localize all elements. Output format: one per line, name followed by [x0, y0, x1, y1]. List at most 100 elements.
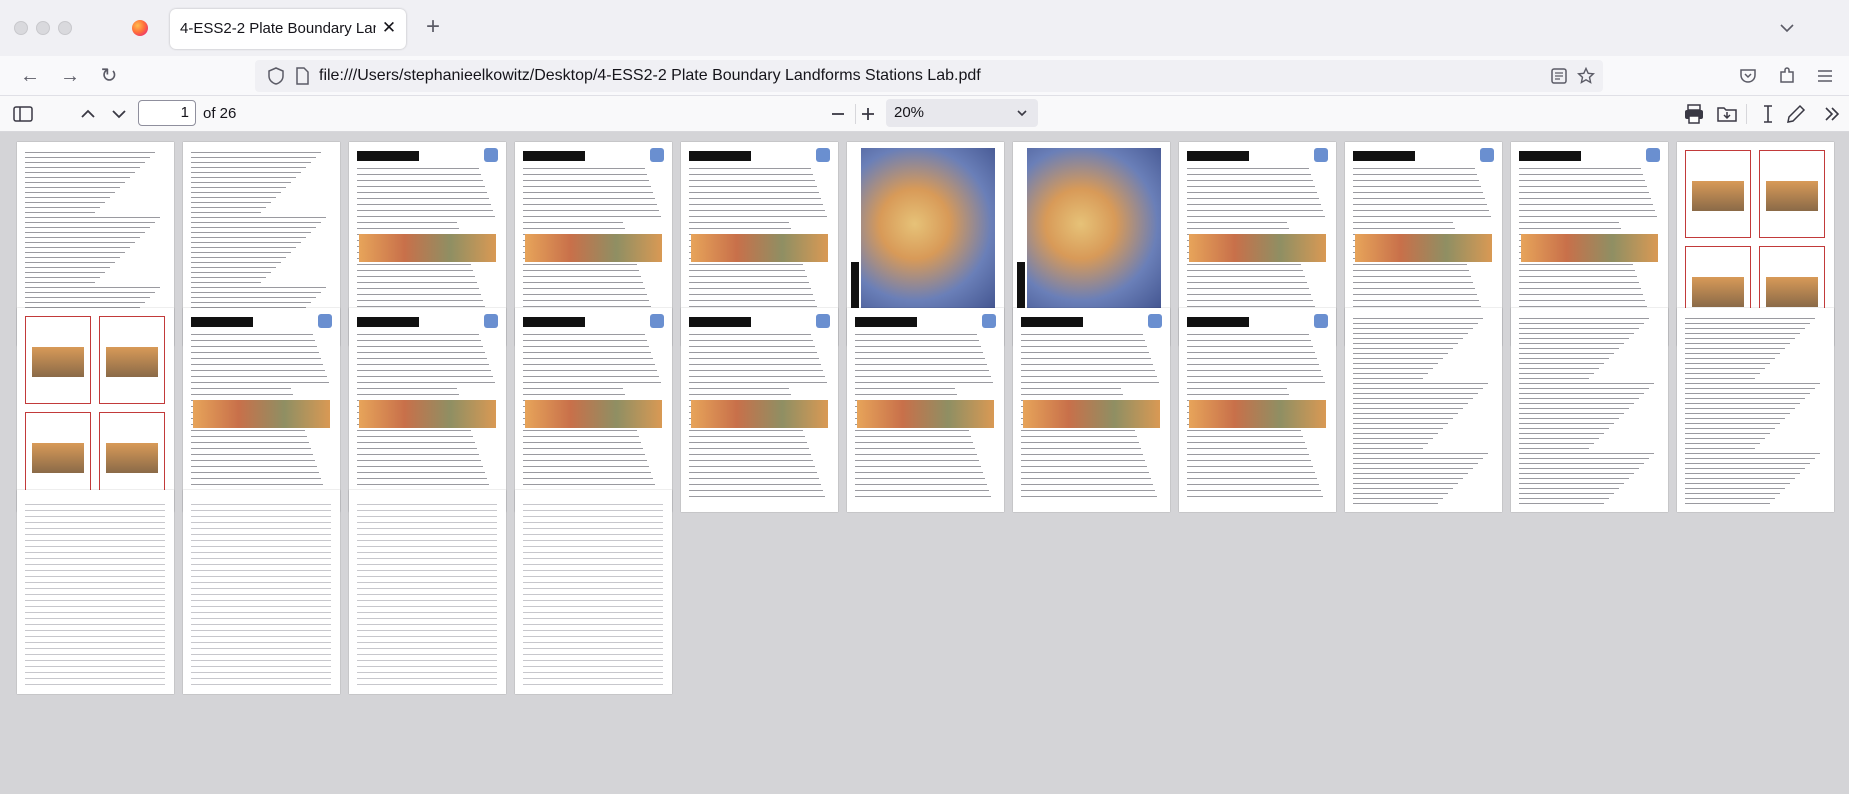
page-content-line	[191, 528, 331, 529]
pdf-page-thumbnail[interactable]	[17, 490, 174, 694]
previous-page-button[interactable]	[76, 102, 100, 126]
back-button[interactable]: ←	[18, 64, 42, 88]
page-content-line	[1187, 288, 1309, 289]
pdf-toolbar: 1 of 26 20%	[0, 96, 1849, 132]
page-content-line	[1187, 448, 1307, 449]
sidebar-toggle-icon[interactable]	[11, 102, 35, 126]
pdf-page-thumbnail[interactable]	[1179, 308, 1336, 512]
page-content-line	[25, 202, 105, 203]
text-cursor-icon[interactable]	[1756, 102, 1780, 126]
pdf-page-thumbnail[interactable]	[17, 308, 174, 512]
page-content-line	[689, 186, 817, 187]
zoom-window-button[interactable]	[58, 21, 72, 35]
tab-pdf[interactable]: 4-ESS2-2 Plate Boundary Landforms Statio…	[170, 9, 406, 49]
pdf-viewer[interactable]	[0, 132, 1849, 794]
pdf-page-thumbnail[interactable]	[183, 490, 340, 694]
page-content-line	[523, 180, 649, 181]
pocket-icon[interactable]	[1738, 66, 1758, 86]
pdf-page-thumbnail[interactable]	[847, 308, 1004, 512]
extensions-icon[interactable]	[1777, 66, 1797, 86]
page-content-line	[1519, 383, 1654, 384]
page-content-line	[357, 660, 497, 661]
pdf-page-thumbnail[interactable]	[1511, 308, 1668, 512]
pdf-page-thumbnail[interactable]	[349, 308, 506, 512]
zoom-out-button[interactable]	[826, 102, 850, 126]
page-content-line	[855, 436, 971, 437]
page-content-line	[357, 276, 475, 277]
page-content-line	[1353, 318, 1483, 319]
pdf-page-thumbnail[interactable]	[349, 490, 506, 694]
page-content-line	[689, 276, 807, 277]
page-content-line	[523, 264, 637, 265]
reload-button[interactable]: ↻	[97, 64, 121, 88]
pdf-page-thumbnail[interactable]	[1677, 308, 1834, 512]
page-content-line	[1353, 378, 1423, 379]
page-content-line	[523, 594, 663, 595]
pdf-page-thumbnail[interactable]	[681, 308, 838, 512]
page-content-line	[523, 376, 659, 377]
draw-icon[interactable]	[1784, 102, 1808, 126]
page-content-line	[191, 540, 331, 541]
page-content-line	[1353, 363, 1438, 364]
page-content-line	[191, 582, 331, 583]
pdf-page-thumbnail[interactable]	[1013, 308, 1170, 512]
bookmark-star-icon[interactable]	[1577, 67, 1595, 85]
page-content-line	[1685, 463, 1810, 464]
page-content-line	[25, 177, 130, 178]
page-content-line	[1519, 388, 1649, 389]
minimize-window-button[interactable]	[36, 21, 50, 35]
page-content-line	[357, 288, 479, 289]
url-bar[interactable]: file:///Users/stephanieelkowitz/Desktop/…	[255, 60, 1603, 92]
page-content-line	[191, 257, 286, 258]
page-content-line	[523, 192, 653, 193]
page-content-line	[1187, 192, 1317, 193]
page-content-line	[689, 340, 813, 341]
more-tools-icon[interactable]	[1820, 102, 1844, 126]
url-text[interactable]: file:///Users/stephanieelkowitz/Desktop/…	[319, 67, 981, 85]
page-content-line	[523, 558, 663, 559]
page-content-line	[1187, 376, 1323, 377]
page-content-line	[1685, 498, 1775, 499]
pdf-page-thumbnail[interactable]	[515, 490, 672, 694]
page-content-line	[1021, 436, 1137, 437]
download-icon[interactable]	[1715, 102, 1739, 126]
next-page-button[interactable]	[107, 102, 131, 126]
page-content-line	[191, 167, 306, 168]
page-content-line	[1353, 438, 1433, 439]
chevron-down-icon[interactable]	[1777, 18, 1797, 38]
station-header-bar	[855, 317, 917, 327]
page-content-line	[523, 588, 663, 589]
new-tab-button[interactable]: +	[421, 15, 445, 39]
station-icon	[816, 148, 830, 162]
page-content-line	[1685, 363, 1770, 364]
page-content-line	[191, 472, 319, 473]
print-icon[interactable]	[1682, 102, 1706, 126]
pdf-page-thumbnail[interactable]	[515, 308, 672, 512]
page-content-line	[191, 197, 276, 198]
page-content-line	[1519, 468, 1639, 469]
page-content-line	[25, 157, 150, 158]
page-content-line	[1021, 394, 1123, 395]
pdf-page-thumbnail[interactable]	[1345, 308, 1502, 512]
hamburger-menu-icon[interactable]	[1815, 66, 1835, 86]
page-content-line	[1187, 388, 1287, 389]
page-content-line	[357, 186, 485, 187]
page-content-line	[191, 252, 291, 253]
page-content-line	[1353, 204, 1487, 205]
page-content-line	[191, 430, 305, 431]
page-content-line	[689, 192, 819, 193]
page-content-line	[689, 364, 821, 365]
zoom-select[interactable]: 20%	[886, 99, 1038, 127]
forward-button[interactable]: →	[58, 64, 82, 88]
close-window-button[interactable]	[14, 21, 28, 35]
pdf-page-thumbnail[interactable]	[183, 308, 340, 512]
page-content-line	[1187, 174, 1311, 175]
page-content-line	[191, 192, 281, 193]
reader-view-icon[interactable]	[1550, 67, 1568, 85]
page-content-line	[357, 582, 497, 583]
station-header-bar	[1353, 151, 1415, 161]
shield-icon[interactable]	[267, 67, 285, 85]
page-number-input[interactable]: 1	[138, 100, 196, 126]
close-tab-icon[interactable]: ✕	[378, 17, 400, 39]
zoom-in-button[interactable]	[856, 102, 880, 126]
